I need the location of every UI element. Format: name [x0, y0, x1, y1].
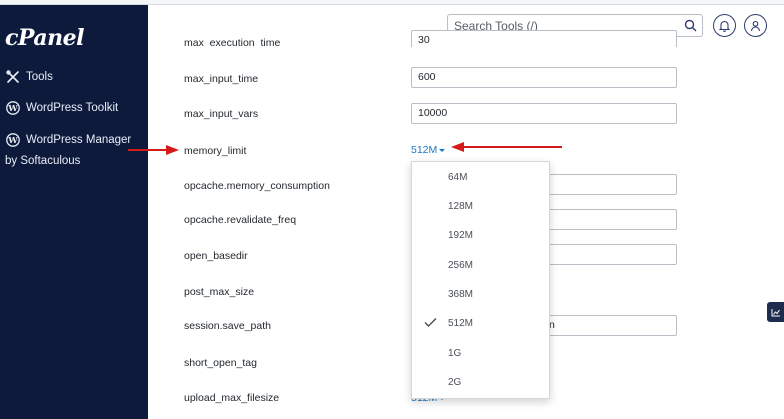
cpanel-logo[interactable]: cPanel [5, 25, 84, 51]
sidebar-item-sublabel: by Softaculous [5, 155, 81, 167]
stats-toggle-button[interactable] [767, 302, 784, 322]
setting-label: opcache.memory_consumption [184, 180, 330, 192]
wordpress-icon: W [5, 132, 20, 147]
setting-value-input[interactable]: 30 [411, 30, 677, 47]
dropdown-option[interactable]: 368M [412, 283, 551, 307]
dropdown-option[interactable]: 2G [412, 371, 551, 395]
setting-label: max_input_vars [184, 108, 259, 120]
setting-label: open_basedir [184, 250, 248, 262]
memory-limit-dropdown: 64M 128M 192M 256M 368M 512M 1G 2G [411, 161, 550, 399]
annotation-arrow-right [451, 142, 562, 152]
sidebar: cPanel Tools W WordPress Toolkit W WordP… [0, 5, 148, 419]
checkmark-icon [424, 317, 437, 331]
clipped-row-container: max_execution_time 30 [148, 30, 784, 47]
sidebar-item-label: WordPress Manager [26, 133, 132, 146]
dropdown-option[interactable]: 128M [412, 195, 551, 219]
setting-label-memory-limit: memory_limit [184, 145, 247, 157]
setting-label: max_input_time [184, 73, 259, 85]
setting-label: upload_max_filesize [184, 392, 280, 404]
setting-label: post_max_size [184, 286, 255, 298]
setting-label: short_open_tag [184, 357, 257, 369]
select-value: 512M [411, 144, 438, 156]
sidebar-item-tools[interactable]: Tools [5, 69, 53, 84]
dropdown-option[interactable]: 64M [412, 166, 551, 190]
svg-text:W: W [7, 136, 18, 146]
setting-value-input[interactable]: 10000 [411, 103, 677, 124]
tools-icon [5, 69, 20, 84]
setting-label: max_execution_time [184, 37, 281, 47]
sidebar-item-wordpress-toolkit[interactable]: W WordPress Toolkit [5, 100, 118, 115]
setting-label: opcache.revalidate_freq [184, 214, 297, 226]
svg-text:W: W [7, 104, 18, 114]
sidebar-item-label: WordPress Toolkit [26, 101, 119, 114]
caret-down-icon [439, 148, 446, 152]
setting-value-input[interactable]: 600 [411, 67, 677, 88]
setting-label: session.save_path [184, 320, 271, 332]
dropdown-option[interactable]: 256M [412, 254, 551, 278]
memory-limit-select[interactable]: 512M [411, 144, 446, 156]
dropdown-option-selected[interactable]: 512M [412, 312, 551, 336]
sidebar-item-wordpress-manager[interactable]: W WordPress Manager [5, 132, 131, 147]
wordpress-icon: W [5, 100, 20, 115]
sidebar-item-label: Tools [26, 70, 53, 83]
chart-line-icon [771, 308, 780, 316]
dropdown-option[interactable]: 1G [412, 342, 551, 366]
annotation-arrow-left [128, 145, 179, 155]
dropdown-option[interactable]: 192M [412, 224, 551, 248]
